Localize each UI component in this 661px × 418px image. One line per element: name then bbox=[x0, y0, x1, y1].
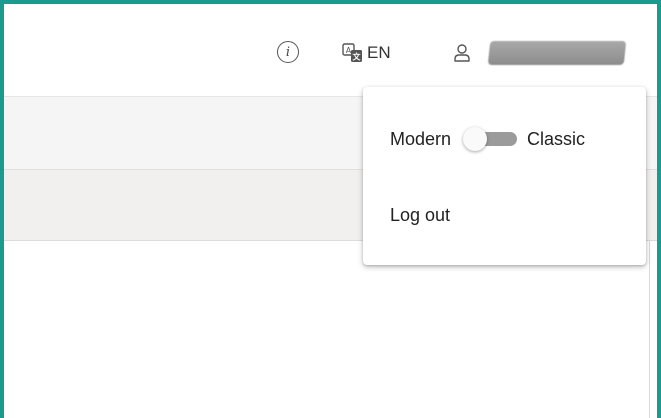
logout-label: Log out bbox=[390, 204, 451, 225]
info-button[interactable]: i bbox=[277, 41, 299, 63]
logout-menu-item[interactable]: Log out bbox=[363, 191, 646, 239]
content-panel bbox=[4, 241, 650, 418]
user-menu-dropdown: Modern Classic Log out bbox=[363, 87, 646, 265]
language-selector[interactable]: A 文 EN bbox=[342, 42, 391, 64]
user-account-button[interactable] bbox=[453, 41, 627, 65]
svg-text:文: 文 bbox=[353, 52, 362, 62]
svg-text:A: A bbox=[346, 46, 352, 55]
view-mode-row: Modern Classic bbox=[363, 115, 646, 163]
top-header-bar: i A 文 EN bbox=[4, 4, 657, 97]
view-mode-modern-label: Modern bbox=[390, 128, 452, 149]
translate-icon: A 文 bbox=[342, 43, 364, 63]
info-icon: i bbox=[285, 44, 291, 60]
username-redacted bbox=[487, 41, 627, 65]
view-mode-toggle[interactable] bbox=[463, 126, 518, 152]
language-label: EN bbox=[367, 43, 391, 62]
app-window: i A 文 EN Modern Classic Log out bbox=[0, 0, 661, 418]
toggle-thumb bbox=[463, 127, 488, 151]
user-icon bbox=[453, 43, 471, 63]
view-mode-classic-label: Classic bbox=[527, 128, 586, 149]
